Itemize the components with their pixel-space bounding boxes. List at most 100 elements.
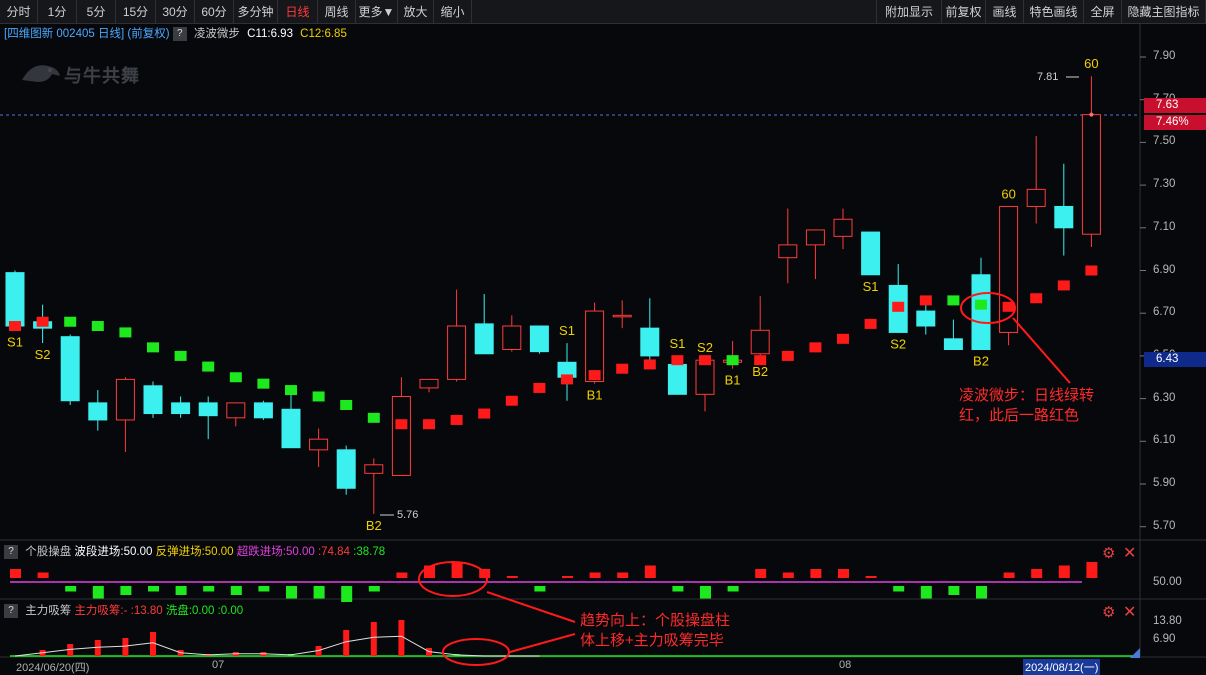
panel1-bar — [148, 586, 159, 592]
resize-corner-icon — [1130, 648, 1140, 658]
signal-mark — [119, 327, 132, 338]
panel1-bar — [644, 565, 656, 578]
signal-mark — [1030, 293, 1043, 304]
candle-body — [253, 402, 273, 419]
panel1-bar — [534, 586, 546, 592]
signal-label: B2 — [752, 364, 768, 379]
panel2-bar — [370, 622, 377, 656]
panel1-bar — [1086, 562, 1098, 578]
signal-mark — [505, 395, 518, 406]
candle-body — [778, 244, 798, 259]
candle-body — [695, 359, 715, 395]
price-tick-label: 6.90 — [1153, 263, 1176, 276]
signal-label: B2 — [973, 353, 989, 368]
price-tick-label: 7.30 — [1153, 178, 1176, 191]
panel1-bar — [396, 572, 408, 578]
candle-body — [447, 325, 467, 380]
panel1-bar — [562, 576, 573, 578]
panel2-axis-mid: 6.90 — [1153, 633, 1176, 645]
panel1-bar — [368, 586, 380, 592]
signal-mark — [561, 374, 573, 385]
candle-body — [999, 205, 1019, 333]
panel1-bar — [920, 586, 932, 599]
candle-body — [143, 385, 163, 415]
panel2-c: 洗盘:0.00 — [165, 605, 215, 617]
last-price-dot — [1089, 112, 1094, 117]
panel1-settings-icon[interactable]: ⚙ — [1102, 544, 1115, 562]
cursor-price-tag: 6.43 — [1144, 352, 1206, 367]
panel2-help-icon[interactable]: ? — [4, 604, 18, 618]
signal-label: B1 — [587, 388, 603, 403]
panel2-name: 主力吸筹 — [25, 605, 72, 617]
panel2-bar — [122, 638, 129, 656]
signal-mark — [64, 316, 77, 327]
price-tick-label: 6.10 — [1153, 434, 1176, 447]
signal-label: S2 — [890, 336, 906, 351]
panel2-settings-icon[interactable]: ⚙ — [1102, 603, 1115, 621]
panel2-a: 主力吸筹:- — [74, 605, 128, 617]
signal-label: S1 — [7, 334, 23, 349]
signal-mark — [1057, 280, 1070, 291]
panel2-header: ? 主力吸筹 主力吸筹:- :13.80 洗盘:0.00 :0.00 — [4, 603, 243, 619]
candle-body — [419, 378, 439, 389]
signal-mark — [450, 414, 463, 425]
candle-body — [281, 408, 301, 449]
candle-body — [1054, 205, 1074, 229]
signal-label: B1 — [725, 373, 741, 388]
panel2-close-icon[interactable]: ✕ — [1123, 602, 1136, 622]
panel2-b: :13.80 — [130, 605, 163, 617]
signal-mark — [892, 301, 905, 312]
signal-mark — [919, 295, 932, 306]
panel1-help-icon[interactable]: ? — [4, 545, 18, 559]
signal-mark — [229, 372, 242, 383]
candle-body — [309, 438, 329, 451]
candle-body — [502, 325, 522, 350]
annotation-sub-line1: 趋势向上：个股操盘柱 — [580, 612, 731, 629]
candlestick-chart: S1 S2 B2 S1 B1 S1 S2 B1 B2 S1 S2 B2 60 60 — [0, 24, 1206, 666]
panel1-bar — [313, 586, 325, 599]
candle-body — [226, 402, 246, 419]
candle-body — [667, 363, 687, 395]
price-tick-label: 5.70 — [1153, 519, 1176, 532]
signal-mark — [864, 318, 877, 329]
panel2-axis-top: 13.80 — [1153, 615, 1182, 627]
signal-label: S2 — [697, 340, 713, 355]
panel1-bar — [700, 586, 711, 599]
panel1-close-icon[interactable]: ✕ — [1123, 543, 1136, 563]
annotation-arrow-main — [1012, 317, 1071, 384]
panel1-bar — [810, 569, 822, 578]
panel1-bar — [672, 586, 684, 592]
signal-mark — [257, 378, 270, 389]
candle-body — [529, 325, 549, 353]
panel1-header: ? 个股操盘 波段进场:50.00 反弹进场:50.00 超跌进场:50.00 … — [4, 544, 385, 560]
signal-mark — [837, 333, 849, 344]
panel1-bar — [976, 586, 987, 599]
panel1-bar — [10, 569, 21, 578]
signal-mark — [285, 385, 297, 396]
date-start: 2024/06/20(四) — [16, 662, 90, 674]
candle-body — [60, 336, 80, 402]
panel2-line — [14, 635, 540, 657]
low-label: 5.76 — [397, 509, 419, 521]
panel1-bar — [589, 572, 601, 578]
candle-body — [391, 395, 411, 476]
candle-body — [971, 274, 991, 350]
panel1-bar — [948, 586, 960, 595]
price-tick-label: 7.90 — [1153, 50, 1176, 62]
panel1-bar — [451, 562, 463, 578]
signal-mark — [147, 342, 159, 353]
signal-mark — [36, 316, 49, 327]
signal-mark — [367, 412, 380, 423]
price-tick-label: 6.70 — [1153, 306, 1176, 319]
signal-mark — [9, 321, 21, 332]
panel1-bar — [782, 572, 794, 578]
signal-mark — [947, 295, 960, 306]
candle-body — [115, 378, 135, 421]
annotation-main-line1: 凌波微步：日线绿转 — [959, 387, 1095, 404]
panel1-e: :38.78 — [353, 546, 386, 558]
panel2-bar — [398, 620, 405, 656]
signal-mark — [340, 400, 353, 411]
annotation-arrow-p1 — [486, 591, 576, 623]
panel1-bar — [1058, 565, 1070, 578]
annotation-arrow-p2 — [509, 633, 576, 653]
